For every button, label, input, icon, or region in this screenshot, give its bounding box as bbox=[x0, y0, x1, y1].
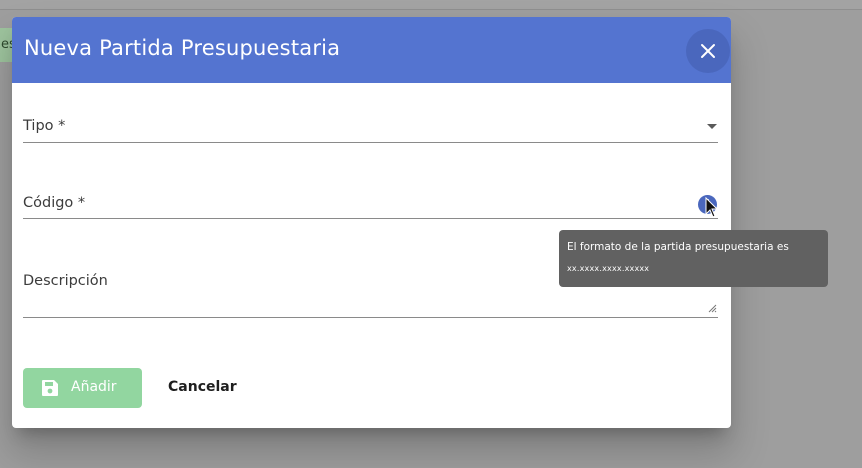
resize-grip-icon[interactable] bbox=[708, 304, 717, 313]
cancel-button-label: Cancelar bbox=[168, 379, 237, 395]
codigo-format-tooltip: El formato de la partida presupuestaria … bbox=[559, 230, 828, 287]
background-top-bar bbox=[0, 0, 862, 10]
descripcion-label: Descripción bbox=[23, 273, 108, 289]
codigo-label: Código * bbox=[23, 195, 86, 211]
dialog-title: Nueva Partida Presupuestaria bbox=[24, 36, 341, 60]
mouse-cursor-icon bbox=[705, 197, 719, 218]
tooltip-line-2: xx.xxxx.xxxx.xxxxx bbox=[567, 264, 650, 273]
tipo-label: Tipo * bbox=[23, 118, 66, 134]
add-button-label: Añadir bbox=[71, 379, 117, 395]
tooltip-line-1: El formato de la partida presupuestaria … bbox=[567, 241, 789, 253]
codigo-input[interactable]: Código * bbox=[23, 179, 718, 219]
close-button[interactable] bbox=[686, 29, 730, 73]
tipo-select[interactable]: Tipo * bbox=[23, 102, 718, 143]
chevron-down-icon[interactable] bbox=[707, 124, 717, 129]
dialog-header: Nueva Partida Presupuestaria bbox=[12, 17, 731, 83]
new-budget-item-dialog: Nueva Partida Presupuestaria Tipo * Códi… bbox=[12, 17, 828, 428]
add-button[interactable]: Añadir bbox=[23, 368, 142, 408]
save-icon bbox=[42, 380, 58, 396]
close-icon bbox=[701, 44, 715, 58]
cancel-button[interactable]: Cancelar bbox=[158, 368, 250, 408]
